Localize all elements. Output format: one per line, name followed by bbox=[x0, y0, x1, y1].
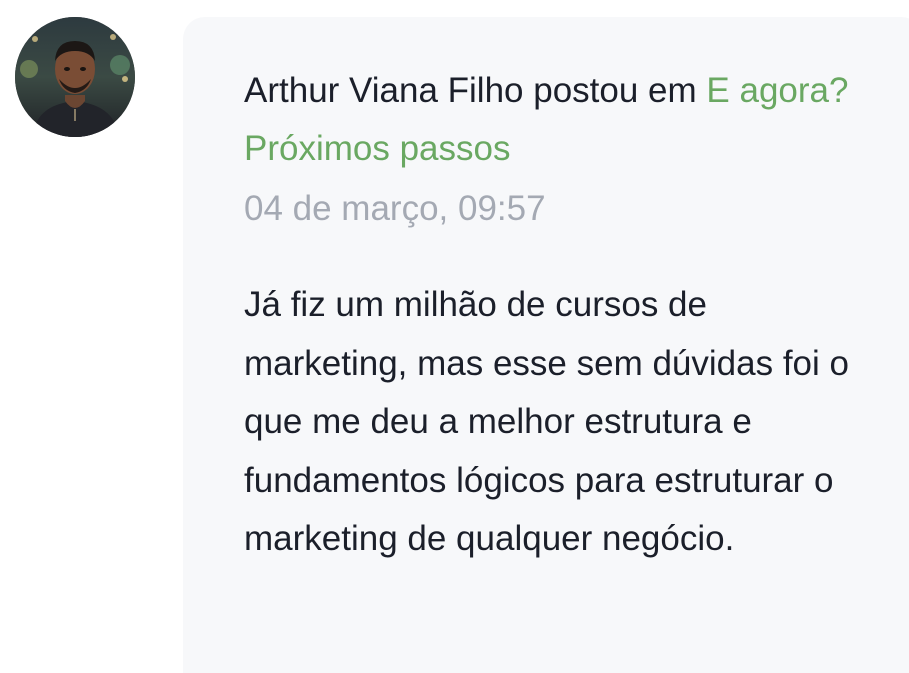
avatar-photo bbox=[15, 17, 135, 137]
avatar[interactable] bbox=[15, 17, 135, 137]
post-content: Arthur Viana Filho postou em E agora? Pr… bbox=[244, 62, 874, 569]
post-card: Arthur Viana Filho postou em E agora? Pr… bbox=[0, 0, 909, 673]
post-action: postou em bbox=[533, 71, 697, 110]
post-headline: Arthur Viana Filho postou em E agora? Pr… bbox=[244, 62, 874, 178]
author-name[interactable]: Arthur Viana Filho bbox=[244, 71, 524, 110]
post-timestamp[interactable]: 04 de março, 09:57 bbox=[244, 180, 874, 238]
post-body: Já fiz um milhão de cursos de marketing,… bbox=[244, 285, 849, 558]
